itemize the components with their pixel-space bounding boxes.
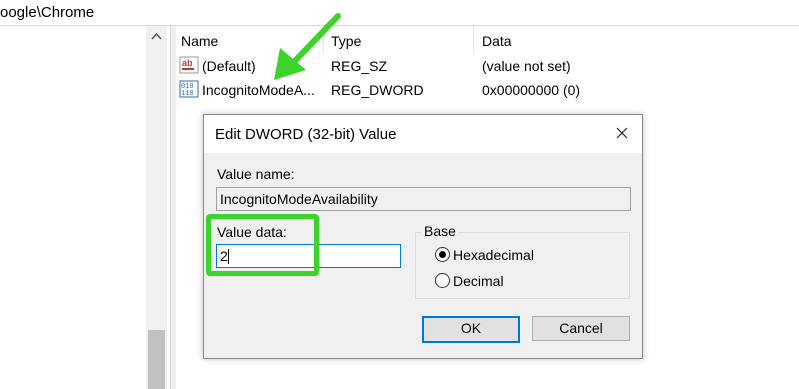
registry-tree-pane[interactable] — [0, 26, 170, 389]
svg-text:110: 110 — [181, 90, 194, 98]
chevron-up-icon — [151, 32, 162, 40]
column-name-header[interactable]: Name — [181, 33, 218, 49]
base-groupbox — [415, 232, 630, 299]
base-label: Base — [422, 223, 458, 239]
row-data: 0x00000000 (0) — [482, 82, 581, 98]
value-name-label: Value name: — [217, 166, 295, 182]
scroll-thumb[interactable] — [148, 330, 165, 389]
close-icon — [616, 127, 628, 139]
column-data-header[interactable]: Data — [482, 33, 512, 49]
scroll-up-button[interactable] — [146, 26, 167, 50]
value-data-text: 2 — [220, 248, 228, 264]
decimal-radio[interactable] — [435, 273, 450, 288]
annotation-arrow-icon — [274, 13, 341, 80]
value-data-input[interactable]: 2 — [216, 244, 401, 268]
hexadecimal-radio[interactable] — [435, 247, 450, 262]
value-name-field: IncognitoModeAvailability — [216, 187, 631, 211]
value-data-label: Value data: — [217, 224, 287, 240]
address-bar[interactable]: oogle\Chrome — [0, 0, 799, 26]
decimal-radio-label[interactable]: Decimal — [453, 273, 504, 289]
text-caret — [228, 249, 229, 264]
value-name-text: IncognitoModeAvailability — [220, 191, 378, 207]
column-divider[interactable] — [473, 26, 474, 54]
svg-text:ab: ab — [182, 58, 193, 68]
row-data: (value not set) — [482, 58, 571, 74]
edit-dword-dialog: Edit DWORD (32-bit) Value Value name: In… — [203, 114, 643, 359]
cancel-button[interactable]: Cancel — [532, 316, 630, 341]
hexadecimal-radio-label[interactable]: Hexadecimal — [453, 247, 534, 263]
address-path: oogle\Chrome — [0, 4, 95, 21]
dialog-title-bar[interactable]: Edit DWORD (32-bit) Value — [204, 115, 642, 153]
tree-scrollbar[interactable] — [146, 26, 167, 389]
dialog-close-button[interactable] — [606, 119, 638, 149]
row-name: (Default) — [202, 58, 256, 74]
binary-value-icon: 010 110 — [179, 80, 199, 98]
string-value-icon: ab — [179, 56, 199, 74]
ok-button[interactable]: OK — [422, 316, 520, 343]
dialog-title: Edit DWORD (32-bit) Value — [215, 126, 397, 143]
